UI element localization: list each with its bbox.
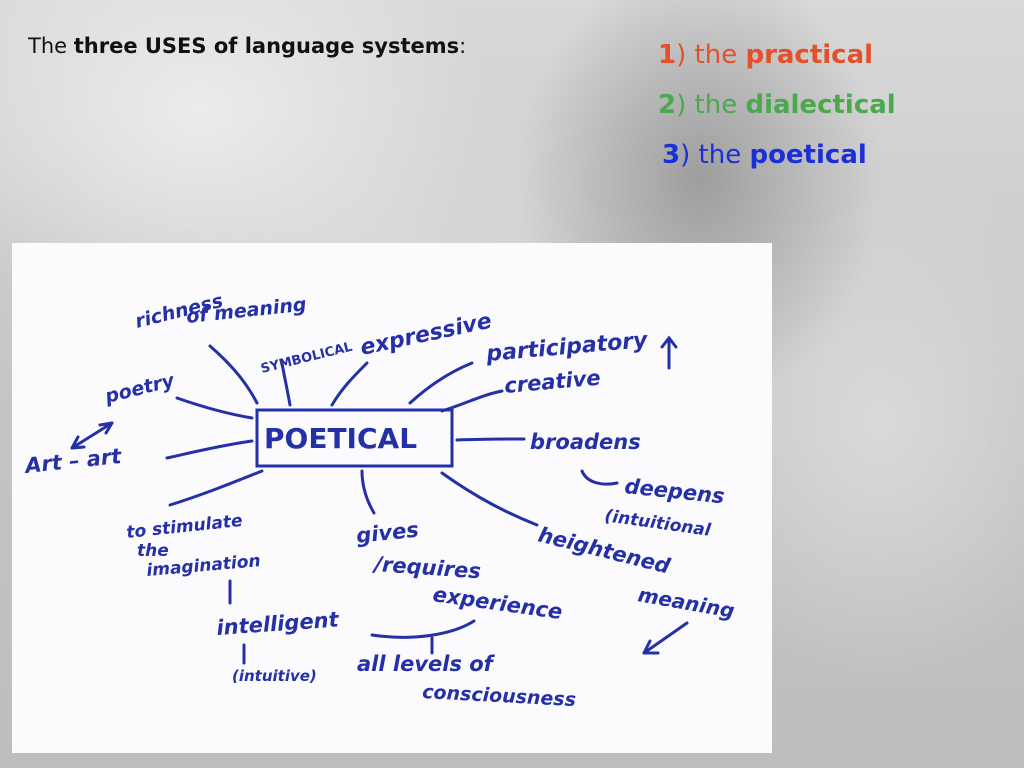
use-paren: ) — [676, 90, 687, 120]
use-name: dialectical — [745, 90, 896, 120]
link-art — [165, 439, 254, 460]
node-stimulate-2: the — [137, 541, 169, 561]
node-participatory: participatory — [484, 328, 650, 367]
node-art: Art – art — [22, 444, 123, 478]
use-article: the — [686, 90, 746, 120]
use-number: 1 — [658, 40, 677, 70]
node-experience: experience — [431, 582, 564, 624]
arrow-up — [660, 335, 678, 370]
use-paren: ) — [676, 40, 687, 70]
use-article: the — [690, 140, 750, 170]
node-expressive: expressive — [358, 309, 494, 361]
use-dialectical: 2) the dialectical — [658, 80, 896, 130]
node-intuitive: (intuitive) — [232, 667, 317, 685]
title-prefix: The — [28, 34, 74, 58]
node-levels-2: consciousness — [422, 681, 577, 711]
link-richness — [208, 344, 259, 405]
use-name: practical — [745, 40, 874, 70]
link-stimulate — [168, 469, 264, 507]
title-bold: three USES of language systems — [73, 34, 460, 58]
node-intelligent: intelligent — [216, 607, 341, 640]
link-broadens — [455, 437, 526, 442]
node-deepens: deepens — [623, 474, 725, 508]
node-broadens: broadens — [530, 430, 641, 454]
arrow-down — [642, 621, 689, 655]
use-paren: ) — [680, 140, 691, 170]
node-poetry: poetry — [102, 369, 178, 408]
uses-list: 1) the practical 2) the dialectical 3) t… — [658, 30, 896, 180]
link-expressive — [330, 361, 369, 407]
node-levels-1: all levels of — [357, 652, 496, 676]
link-gives — [360, 469, 376, 515]
mind-map-drawing: POETICAL richness of meaning SYMBOLICAL … — [22, 290, 736, 711]
node-symbolical: SYMBOLICAL — [259, 340, 354, 377]
node-heightened-2: meaning — [636, 582, 736, 623]
center-label: POETICAL — [264, 422, 417, 455]
node-gives-1: gives — [355, 518, 420, 548]
brace-experience — [370, 619, 476, 639]
node-creative: creative — [503, 366, 601, 398]
link-heightened — [440, 471, 539, 527]
link-creative — [440, 389, 504, 413]
node-intuitional: (intuitional — [603, 506, 713, 541]
node-stimulate-1: to stimulate — [125, 511, 243, 543]
link-deepens — [580, 469, 619, 486]
node-gives-2: /requires — [371, 552, 482, 584]
use-article: the — [686, 40, 746, 70]
title-suffix: : — [459, 34, 467, 58]
use-number: 3 — [662, 140, 681, 170]
use-poetical: 3) the poetical — [662, 130, 896, 180]
use-number: 2 — [658, 90, 677, 120]
slide-title: The three USES of language systems: — [28, 34, 466, 58]
arrow-poetry-art — [70, 421, 114, 450]
link-poetry — [175, 396, 254, 420]
mind-map-sketch: POETICAL richness of meaning SYMBOLICAL … — [12, 243, 772, 753]
use-name: poetical — [749, 140, 867, 170]
use-practical: 1) the practical — [658, 30, 896, 80]
link-participatory — [408, 361, 474, 405]
